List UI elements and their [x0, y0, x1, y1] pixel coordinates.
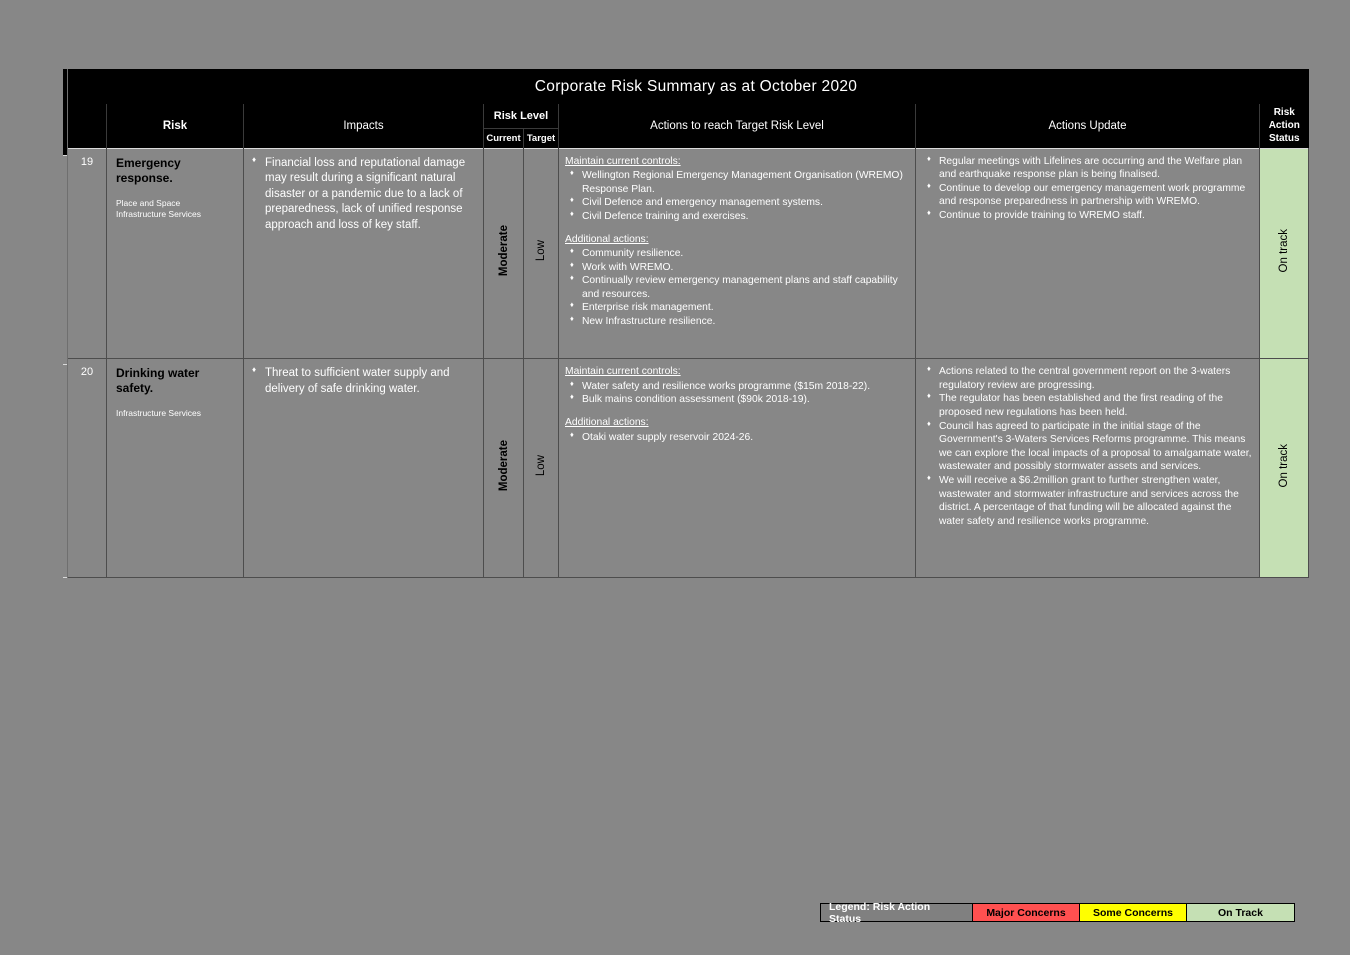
- risk-level-current-value: Moderate: [497, 225, 510, 277]
- risk-level-target-value: Low: [535, 455, 547, 477]
- list-item: Civil Defence training and exercises.: [565, 209, 908, 224]
- legend-item-label: Some Concerns: [1093, 906, 1173, 919]
- list-item: Actions related to the central governmen…: [922, 364, 1252, 392]
- spine-divider: [63, 155, 67, 156]
- impacts-list: Financial loss and reputational damage m…: [250, 155, 475, 234]
- risk-level-current-value: Moderate: [497, 440, 510, 492]
- impacts-cell: Financial loss and reputational damage m…: [243, 147, 484, 360]
- list-item: Otaki water supply reservoir 2024-26.: [565, 430, 908, 445]
- actions-section-heading: Maintain current controls:: [565, 366, 681, 378]
- risk-title: Drinking water safety.: [116, 366, 200, 396]
- list-item: New Infrastructure resilience.: [565, 314, 908, 329]
- risk-level-current-cell: Moderate: [483, 358, 524, 578]
- risk-level-target-cell: Low: [523, 147, 559, 360]
- header-risk-action-status: Risk Action Status: [1259, 104, 1309, 149]
- actions-section-heading: Additional actions:: [565, 233, 649, 245]
- spine-divider: [63, 577, 67, 578]
- corporate-risk-summary-table: Corporate Risk Summary as at October 202…: [63, 69, 1310, 578]
- header-actions-update: Actions Update: [915, 104, 1260, 149]
- actions-cell: Maintain current controls: Water safety …: [558, 358, 916, 578]
- table-row: 19 Emergency response. Place and Space I…: [63, 147, 1310, 360]
- status-badge-label: On track: [1278, 443, 1290, 488]
- page-title: Corporate Risk Summary as at October 202…: [63, 69, 1309, 105]
- actions-update-list: Actions related to the central governmen…: [922, 364, 1252, 528]
- risk-cell: Emergency response. Place and Space Infr…: [106, 147, 244, 360]
- list-item: Community resilience.: [565, 246, 908, 261]
- actions-section-heading: Additional actions:: [565, 417, 649, 429]
- actions-update-cell: Actions related to the central governmen…: [915, 358, 1260, 578]
- header-target: Target: [523, 128, 559, 149]
- list-item: We will receive a $6.2million grant to f…: [922, 473, 1252, 528]
- row-number: 19: [67, 147, 107, 360]
- header-impacts: Impacts: [243, 104, 484, 149]
- page-title-text: Corporate Risk Summary as at October 202…: [534, 77, 858, 95]
- risk-level-current-cell: Moderate: [483, 147, 524, 360]
- actions-list: Community resilience. Work with WREMO. C…: [565, 246, 908, 329]
- header-risk: Risk: [106, 104, 244, 149]
- impacts-cell: Threat to sufficient water supply and de…: [243, 358, 484, 578]
- row-number: 20: [67, 358, 107, 578]
- legend-item-on-track: On Track: [1187, 904, 1294, 921]
- risk-title: Emergency response.: [116, 155, 181, 185]
- legend-item-some-concerns: Some Concerns: [1080, 904, 1187, 921]
- header-number: [67, 104, 107, 149]
- actions-cell: Maintain current controls: Wellington Re…: [558, 147, 916, 360]
- header-actions: Actions to reach Target Risk Level: [558, 104, 916, 149]
- list-item: Regular meetings with Lifelines are occu…: [922, 154, 1252, 182]
- table-left-spine-header: [63, 69, 67, 155]
- actions-update-cell: Regular meetings with Lifelines are occu…: [915, 147, 1260, 360]
- risk-owner-line: Infrastructure Services: [116, 408, 202, 419]
- actions-list: Water safety and resilience works progra…: [565, 379, 908, 407]
- risk-owner-line: Place and Space: [116, 197, 181, 208]
- list-item: Bulk mains condition assessment ($90k 20…: [565, 392, 908, 407]
- list-item: Enterprise risk management.: [565, 301, 908, 315]
- status-badge-label: On track: [1278, 229, 1290, 273]
- risk-level-target-value: Low: [535, 240, 547, 262]
- list-item: Wellington Regional Emergency Management…: [565, 168, 908, 196]
- status-badge: On track: [1258, 147, 1310, 360]
- list-item: Continually review emergency management …: [565, 273, 908, 301]
- list-item: The regulator has been established and t…: [922, 391, 1252, 419]
- spine-divider: [63, 364, 67, 365]
- risk-cell: Drinking water safety. Infrastructure Se…: [106, 358, 244, 578]
- actions-list: Wellington Regional Emergency Management…: [565, 168, 908, 224]
- risk-owner-line: Infrastructure Services: [116, 209, 202, 220]
- impacts-list: Threat to sufficient water supply and de…: [250, 365, 475, 397]
- legend-item-major-concerns: Major Concerns: [973, 904, 1080, 921]
- list-item: Work with WREMO.: [565, 260, 908, 275]
- risk-level-target-cell: Low: [523, 358, 559, 578]
- table-header-row: Risk Impacts Risk Level Actions to reach…: [63, 104, 1309, 149]
- table-row: 20 Drinking water safety. Infrastructure…: [63, 358, 1310, 578]
- header-risk-level: Risk Level: [483, 104, 559, 129]
- legend: Legend: Risk Action Status Major Concern…: [820, 901, 1295, 925]
- status-badge: On track: [1258, 358, 1310, 578]
- list-item: Threat to sufficient water supply and de…: [250, 365, 475, 397]
- list-item: Continue to provide training to WREMO st…: [922, 208, 1252, 223]
- legend-item-label: Major Concerns: [986, 906, 1066, 919]
- list-item: Continue to develop our emergency manage…: [922, 181, 1252, 209]
- table-title-row: Corporate Risk Summary as at October 202…: [63, 69, 1309, 105]
- legend-label: Legend: Risk Action Status: [821, 901, 973, 925]
- actions-update-list: Regular meetings with Lifelines are occu…: [922, 154, 1252, 223]
- header-current: Current: [483, 128, 524, 149]
- actions-list: Otaki water supply reservoir 2024-26.: [565, 430, 908, 445]
- legend-item-label: On Track: [1218, 906, 1263, 919]
- corporate-risk-summary-table-container: Corporate Risk Summary as at October 202…: [63, 69, 1310, 578]
- list-item: Water safety and resilience works progra…: [565, 379, 908, 394]
- list-item: Civil Defence and emergency management s…: [565, 195, 908, 210]
- actions-section-heading: Maintain current controls:: [565, 155, 681, 167]
- list-item: Financial loss and reputational damage m…: [250, 155, 475, 234]
- list-item: Council has agreed to participate in the…: [922, 419, 1252, 474]
- risk-owner: Place and Space Infrastructure Services: [116, 198, 235, 221]
- risk-owner: Infrastructure Services: [116, 408, 235, 419]
